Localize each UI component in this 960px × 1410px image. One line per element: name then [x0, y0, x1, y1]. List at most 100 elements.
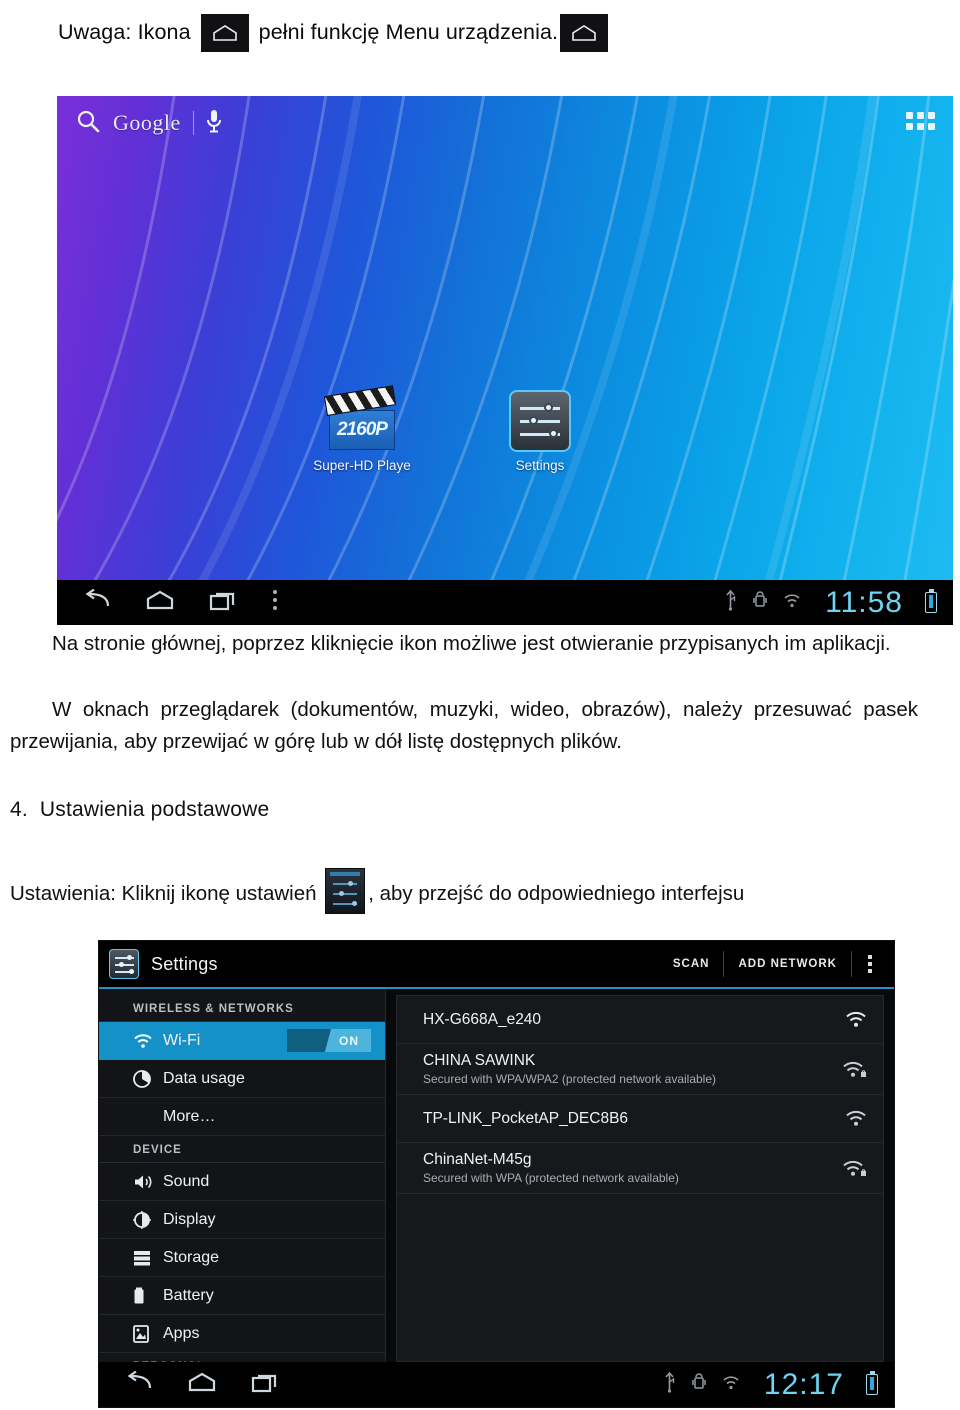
settings-text-before: Ustawienia: Kliknij ikonę ustawień [10, 882, 317, 905]
home-icon[interactable] [145, 589, 175, 616]
sidebar-item-label: Storage [163, 1248, 220, 1266]
settings-text-after: , aby przejść do odpowiedniego interfejs… [368, 882, 745, 905]
wifi-icon [133, 1033, 159, 1049]
search-divider [192, 111, 194, 135]
grid-dot [928, 123, 935, 130]
menu-dots-icon[interactable] [271, 588, 279, 617]
back-icon[interactable] [125, 1370, 153, 1398]
back-icon[interactable] [83, 588, 111, 616]
apps-icon [133, 1324, 159, 1343]
wifi-network-row[interactable]: CHINA SAWINK Secured with WPA/WPA2 (prot… [397, 1044, 883, 1095]
sidebar-item-label: Data usage [163, 1069, 245, 1087]
battery-charging-icon [866, 1371, 878, 1395]
note-text-after: pełni funkcję Menu urządzenia. [258, 20, 559, 45]
wifi-row-text: ChinaNet-M45g Secured with WPA (protecte… [423, 1151, 839, 1185]
grid-dot [917, 123, 924, 130]
battery-charging-icon [925, 589, 937, 613]
scan-button[interactable]: SCAN [659, 958, 724, 970]
home-icon-2 [560, 14, 609, 52]
wifi-row-text: TP-LINK_PocketAP_DEC8B6 [423, 1110, 839, 1128]
sidebar-item-label: Wi-Fi [163, 1031, 201, 1049]
paragraph-2-text: W oknach przeglądarek (dokumentów, muzyk… [10, 698, 918, 753]
settings-sidebar: WIRELESS & NETWORKS Wi-Fi ON Data usage … [99, 989, 386, 1380]
wifi-signal-locked-icon [839, 1061, 867, 1078]
sidebar-item-sound[interactable]: Sound [99, 1163, 385, 1201]
settings-screenshot: Settings SCAN ADD NETWORK WIRELESS & NET… [98, 940, 895, 1408]
wifi-ssid: CHINA SAWINK [423, 1052, 536, 1069]
recents-icon[interactable] [251, 1371, 279, 1398]
settings-sliders-icon [509, 390, 571, 452]
status-clock: 12:17 [763, 1367, 844, 1401]
navbar-left-group [57, 588, 279, 617]
sidebar-item-label: Apps [163, 1324, 200, 1342]
hd-player-icon: 2160P [323, 385, 397, 452]
paragraph-1-text: Na stronie głównej, poprzez kliknięcie i… [52, 632, 891, 655]
sidebar-item-label: More… [163, 1107, 216, 1125]
settings-content-panel: HX-G668A_e240 CHINA SAWINK Secured with … [386, 989, 894, 1362]
wifi-row-text: CHINA SAWINK Secured with WPA/WPA2 (prot… [423, 1052, 839, 1086]
toggle-state-label: ON [339, 1033, 359, 1048]
sidebar-item-wifi[interactable]: Wi-Fi ON [99, 1022, 385, 1060]
sidebar-item-label: Sound [163, 1172, 210, 1190]
google-label: Google [113, 110, 181, 135]
microphone-icon[interactable] [206, 108, 222, 139]
android-icon [753, 590, 767, 615]
sidebar-item-battery[interactable]: Battery [99, 1277, 385, 1315]
wifi-signal-icon [839, 1110, 867, 1127]
recents-icon[interactable] [209, 589, 237, 616]
heading-number: 4. [10, 798, 28, 821]
sound-icon [133, 1173, 159, 1191]
app-icon-super-hd-player[interactable]: 2160P Super-HD Playe [303, 385, 421, 473]
wifi-toggle[interactable]: ON [287, 1029, 371, 1052]
settings-title: Settings [151, 953, 218, 974]
grid-dot [906, 112, 913, 119]
home-app-icons: 2160P Super-HD Playe Settings [303, 385, 599, 473]
wifi-network-row[interactable]: HX-G668A_e240 [397, 996, 883, 1044]
wifi-ssid: ChinaNet-M45g [423, 1151, 532, 1168]
wifi-network-row[interactable]: ChinaNet-M45g Secured with WPA (protecte… [397, 1143, 883, 1194]
settings-sliders-icon [109, 949, 139, 979]
display-icon [133, 1210, 159, 1229]
sidebar-item-data-usage[interactable]: Data usage [99, 1060, 385, 1098]
heading-text: Ustawienia podstawowe [39, 798, 270, 821]
google-search-bar[interactable]: Google [75, 106, 222, 140]
navbar-left-group [99, 1370, 279, 1398]
paragraph-2: W oknach przeglądarek (dokumentów, muzyk… [10, 694, 918, 758]
data-usage-icon [133, 1069, 159, 1088]
wifi-ssid: HX-G668A_e240 [423, 1010, 542, 1028]
wifi-signal-icon [839, 1011, 867, 1028]
battery-icon [133, 1287, 159, 1305]
sidebar-item-display[interactable]: Display [99, 1201, 385, 1239]
wifi-security-label: Secured with WPA/WPA2 (protected network… [423, 1072, 717, 1086]
overflow-dot [868, 969, 872, 973]
app-icon-settings[interactable]: Settings [481, 390, 599, 473]
overflow-dot [868, 955, 872, 959]
sidebar-item-storage[interactable]: Storage [99, 1239, 385, 1277]
section-heading: 4. Ustawienia podstawowe [10, 798, 918, 822]
android-navigation-bar: 11:58 [57, 580, 953, 625]
sidebar-item-apps[interactable]: Apps [99, 1315, 385, 1353]
settings-sliders-icon [325, 868, 366, 914]
paragraph-1: Na stronie głównej, poprzez kliknięcie i… [10, 628, 918, 660]
grid-dot [928, 112, 935, 119]
sidebar-item-label: Display [163, 1210, 216, 1228]
usb-icon [724, 589, 737, 616]
add-network-button[interactable]: ADD NETWORK [724, 958, 851, 970]
wifi-icon [722, 1374, 740, 1395]
sidebar-item-more[interactable]: More… [99, 1098, 385, 1136]
hd-player-badge: 2160P [337, 419, 388, 440]
app-label: Settings [515, 458, 565, 473]
document-page: Uwaga: Ikona pełni funkcję Menu urządzen… [0, 0, 960, 1410]
home-icon[interactable] [187, 1371, 217, 1398]
sidebar-section-wireless: WIRELESS & NETWORKS [99, 995, 385, 1022]
overflow-menu-icon[interactable] [852, 955, 888, 973]
hd-player-board: 2160P [329, 410, 395, 450]
apps-grid-icon[interactable] [906, 112, 935, 130]
search-icon[interactable] [75, 108, 101, 139]
wifi-network-row[interactable]: TP-LINK_PocketAP_DEC8B6 [397, 1095, 883, 1143]
settings-header: Settings SCAN ADD NETWORK [99, 941, 894, 989]
app-label: Super-HD Playe [313, 458, 411, 473]
sidebar-section-device: DEVICE [99, 1136, 385, 1163]
navbar-status-group: 12:17 [663, 1368, 894, 1402]
note-text-before: Uwaga: Ikona [58, 20, 191, 45]
